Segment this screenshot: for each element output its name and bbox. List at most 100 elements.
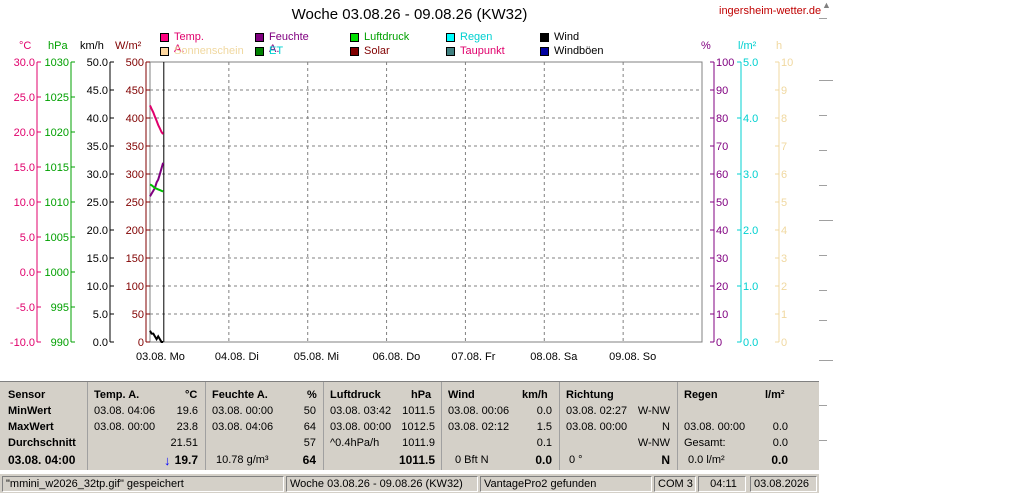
legend-label: Wind xyxy=(554,31,580,43)
axis-tick-label-kmh: 45.0 xyxy=(87,85,108,97)
axis-tick-label-kmh: 40.0 xyxy=(87,113,108,125)
legend-label: Regen xyxy=(460,31,493,43)
axis-tick-label-hpa: 1005 xyxy=(45,232,69,244)
axis-unit-wm2: W/m² xyxy=(115,40,142,52)
max-dir-time: 03.08. 00:00 xyxy=(566,421,628,433)
axis-tick-label-wm2: 400 xyxy=(126,113,144,125)
x-tick-label: 09.08. So xyxy=(609,351,656,363)
axis-tick-label-hpa: 990 xyxy=(51,337,69,349)
axis-tick-label-temp: -5.0 xyxy=(16,302,35,314)
axis-tick-label-h: 8 xyxy=(781,113,787,125)
axis-tick-label-h: 4 xyxy=(781,225,787,237)
current-pressure: 1011.5 xyxy=(398,453,435,467)
max-hum-time: 03.08. 04:06 xyxy=(212,421,274,433)
legend-swatch xyxy=(350,33,359,42)
axis-tick-label-wm2: 100 xyxy=(126,281,144,293)
axis-tick-label-pct: 20 xyxy=(716,281,728,293)
axis-tick-label-temp: 15.0 xyxy=(14,162,35,174)
axis-tick-label-wm2: 150 xyxy=(126,253,144,265)
axis-tick-label-lm2: 1.0 xyxy=(743,281,758,293)
axis-tick-label-kmh: 0.0 xyxy=(93,337,108,349)
axis-tick-label-kmh: 25.0 xyxy=(87,197,108,209)
min-hum-value: 50 xyxy=(303,405,316,417)
axis-tick-label-wm2: 0 xyxy=(138,337,144,349)
weather-chart: 03.08. Mo 04.08. Di 05.08. Mi 06.08. Do 07.0… xyxy=(10,57,793,363)
axis-tick-label-pct: 70 xyxy=(716,141,728,153)
legend-label: Taupunkt xyxy=(460,45,505,57)
legend-swatch xyxy=(540,47,549,56)
status-station: VantagePro2 gefunden xyxy=(480,476,652,492)
legend-swatch xyxy=(160,33,169,42)
current-direction: N xyxy=(661,453,670,467)
rain-total-value: 0.0 xyxy=(772,437,788,449)
axis-tick-label-pct: 90 xyxy=(716,85,728,97)
axis-tick-label-h: 7 xyxy=(781,141,787,153)
axis-unit-h: h xyxy=(776,40,783,52)
legend-label: Solar xyxy=(364,45,390,57)
axis-tick-label-h: 6 xyxy=(781,169,787,181)
current-wind: 0.0 xyxy=(535,453,552,467)
axis-tick-label-wm2: 500 xyxy=(126,57,144,69)
axis-tick-label-kmh: 50.0 xyxy=(87,57,108,69)
col-unit-rain: l/m² xyxy=(765,389,785,401)
axis-tick-label-pct: 40 xyxy=(716,225,728,237)
series-line-temp xyxy=(149,104,164,135)
status-port: COM 3 xyxy=(654,476,696,492)
max-hum-value: 64 xyxy=(303,421,316,433)
axis-tick-label-h: 9 xyxy=(781,85,787,97)
avg-press-value: 1011.9 xyxy=(402,437,435,449)
col-unit-wind: km/h xyxy=(522,389,548,401)
axis-tick-label-hpa: 1010 xyxy=(45,197,69,209)
site-name[interactable]: ingersheim-wetter.de xyxy=(719,5,821,17)
current-rain: 0.0 xyxy=(771,453,788,467)
row-label-avg: Durchschnitt xyxy=(8,437,76,449)
legend-label: ET xyxy=(269,45,284,57)
axis-tick-label-hpa: 1000 xyxy=(45,267,69,279)
chart-axes: 03.08. Mo 04.08. Di 05.08. Mi 06.08. Do 07.0… xyxy=(10,57,793,363)
avg-press-trend: ^0.4hPa/h xyxy=(330,437,380,449)
series-line-kmh xyxy=(149,330,164,343)
avg-temp-value: 21.51 xyxy=(170,437,198,449)
axis-tick-label-h: 0 xyxy=(781,337,787,349)
scroll-up-icon[interactable]: ▲ xyxy=(822,0,831,10)
col-header-dir: Richtung xyxy=(566,389,614,401)
right-gutter xyxy=(819,0,1034,492)
col-header-sensor: Sensor xyxy=(8,389,46,401)
axis-tick-label-kmh: 30.0 xyxy=(87,169,108,181)
axis-tick-label-pct: 10 xyxy=(716,309,728,321)
x-tick-label: 07.08. Fr xyxy=(451,351,495,363)
col-header-hum: Feuchte A. xyxy=(212,389,268,401)
axis-unit-hpa: hPa xyxy=(48,40,68,52)
axis-tick-label-lm2: 3.0 xyxy=(743,169,758,181)
axis-tick-label-lm2: 4.0 xyxy=(743,113,758,125)
axis-tick-label-kmh: 10.0 xyxy=(87,281,108,293)
statistics-table: Sensor Temp. A. °C Feuchte A. % Luftdruc… xyxy=(0,381,819,470)
min-hum-time: 03.08. 00:00 xyxy=(212,405,274,417)
current-direction-degrees: 0 ° xyxy=(569,454,583,466)
status-saved-file: "mmini_w2026_32tp.gif" gespeichert xyxy=(2,476,284,492)
max-temp-time: 03.08. 00:00 xyxy=(94,421,156,433)
axis-tick-label-lm2: 2.0 xyxy=(743,225,758,237)
max-wind-time: 03.08. 02:12 xyxy=(448,421,510,433)
axis-tick-label-pct: 60 xyxy=(716,169,728,181)
col-header-temp: Temp. A. xyxy=(94,389,140,401)
legend-label: Sonnenschein xyxy=(174,45,244,57)
min-wind-time: 03.08. 00:06 xyxy=(448,405,510,417)
axis-tick-label-wm2: 450 xyxy=(126,85,144,97)
axis-unit-pct: % xyxy=(701,40,711,52)
legend-label: Luftdruck xyxy=(364,31,410,43)
min-dir-time: 03.08. 02:27 xyxy=(566,405,628,417)
max-dir-value: N xyxy=(662,421,670,433)
axis-tick-label-hpa: 1025 xyxy=(45,92,69,104)
axis-tick-label-pct: 30 xyxy=(716,253,728,265)
legend-swatch xyxy=(446,33,455,42)
current-beaufort: 0 Bft N xyxy=(455,454,489,466)
avg-hum-value: 57 xyxy=(303,437,316,449)
chart-grid xyxy=(149,61,703,343)
min-temp-time: 03.08. 04:06 xyxy=(94,405,156,417)
col-header-press: Luftdruck xyxy=(330,389,381,401)
axis-tick-label-h: 3 xyxy=(781,253,787,265)
axis-tick-label-pct: 80 xyxy=(716,113,728,125)
min-press-value: 1011.5 xyxy=(402,405,435,417)
axis-tick-label-temp: -10.0 xyxy=(10,337,35,349)
